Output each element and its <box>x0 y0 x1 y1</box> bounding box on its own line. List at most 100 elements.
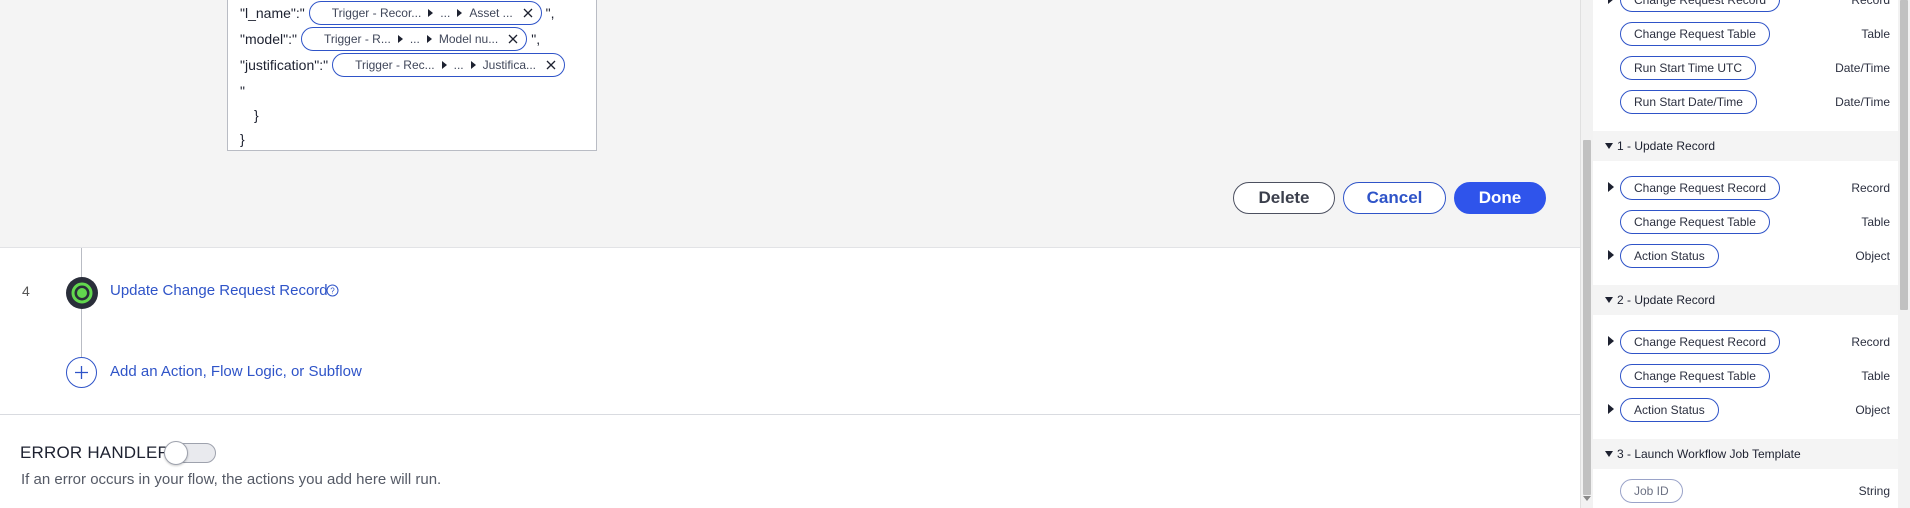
action-editor-panel: "l_name":" Trigger - Recor... ... Asset … <box>0 0 1580 248</box>
data-pill-row: Action Status Object <box>1593 239 1898 273</box>
data-pill-row: Job ID String <box>1593 474 1898 508</box>
caret-right-icon <box>428 9 434 17</box>
section-1-items: Change Request Record Record Change Requ… <box>1593 161 1898 285</box>
data-pill[interactable]: Change Request Record <box>1620 330 1781 354</box>
pill-segment: Trigger - R... <box>323 32 391 46</box>
json-quote: " <box>240 83 245 99</box>
data-type: Object <box>1855 403 1890 417</box>
data-pill[interactable]: Job ID <box>1620 479 1683 503</box>
pill-segment: ... <box>440 6 451 20</box>
collapse-caret-icon <box>1605 451 1613 457</box>
data-type: Date/Time <box>1835 95 1890 109</box>
step-number: 4 <box>22 283 30 299</box>
data-type: Object <box>1855 249 1890 263</box>
section-title: 2 - Update Record <box>1617 293 1716 307</box>
pill-segment: Trigger - Recor... <box>331 6 422 20</box>
data-pill-row: Change Request Record Record <box>1593 325 1898 359</box>
scrollbar-thumb[interactable] <box>1583 140 1591 495</box>
close-icon[interactable] <box>521 6 535 20</box>
expand-caret-icon[interactable] <box>1608 182 1614 192</box>
error-handler-toggle[interactable] <box>164 441 216 465</box>
delete-button[interactable]: Delete <box>1233 182 1335 214</box>
data-type: String <box>1858 484 1890 498</box>
json-brace: } <box>254 107 259 123</box>
pill-segment: ... <box>409 32 420 46</box>
add-icon[interactable] <box>66 357 97 388</box>
pill-segment: Trigger - Rec... <box>355 58 435 72</box>
expand-caret-icon[interactable] <box>1608 250 1614 260</box>
main-scrollbar[interactable] <box>1580 0 1593 508</box>
data-type: Table <box>1861 215 1890 229</box>
data-pill-row: Run Start Time UTC Date/Time <box>1593 51 1898 85</box>
data-pill[interactable]: Change Request Table <box>1620 22 1770 46</box>
section-3-items: Job ID String <box>1593 469 1898 508</box>
data-pill[interactable]: Trigger - R... ... Model nu... <box>300 27 528 51</box>
json-line-justification: "justification":" Trigger - Rec... ... J… <box>240 53 569 77</box>
done-button[interactable]: Done <box>1454 182 1546 214</box>
section-header-2[interactable]: 2 - Update Record <box>1593 285 1898 315</box>
data-pill-row: Change Request Record Record <box>1593 171 1898 205</box>
caret-right-icon <box>470 61 476 69</box>
data-type: Record <box>1851 181 1890 195</box>
expand-caret-icon[interactable] <box>1608 404 1614 414</box>
json-close-outer: } <box>240 127 245 151</box>
data-panel: Change Request Record Record Change Requ… <box>1593 0 1910 508</box>
json-suffix: ", <box>545 5 555 21</box>
data-pill-row: Change Request Table Table <box>1593 17 1898 51</box>
data-type: Table <box>1861 369 1890 383</box>
error-handler-description: If an error occurs in your flow, the act… <box>21 471 442 488</box>
collapse-caret-icon <box>1605 297 1613 303</box>
data-pill-row: Change Request Record Record <box>1593 0 1898 17</box>
flow-designer-canvas: "l_name":" Trigger - Recor... ... Asset … <box>0 0 1580 508</box>
json-line-model: "model":" Trigger - R... ... Model nu...… <box>240 27 540 51</box>
json-key: "l_name":" <box>240 5 305 21</box>
data-pill-row: Change Request Table Table <box>1593 359 1898 393</box>
pill-segment: Model nu... <box>438 32 499 46</box>
caret-right-icon <box>397 35 403 43</box>
close-icon[interactable] <box>506 32 520 46</box>
json-line-l-name: "l_name":" Trigger - Recor... ... Asset … <box>240 1 555 25</box>
toggle-knob <box>164 441 188 465</box>
data-pill[interactable]: Change Request Record <box>1620 176 1781 200</box>
data-pill[interactable]: Change Request Table <box>1620 210 1770 234</box>
caret-right-icon <box>441 61 447 69</box>
data-type: Date/Time <box>1835 61 1890 75</box>
data-pill[interactable]: Trigger - Rec... ... Justifica... <box>332 53 566 77</box>
section-header-1[interactable]: 1 - Update Record <box>1593 131 1898 161</box>
data-pill[interactable]: Change Request Table <box>1620 364 1770 388</box>
data-pill[interactable]: Trigger - Recor... ... Asset ... <box>308 1 542 25</box>
status-circle-icon[interactable] <box>66 277 98 309</box>
collapse-caret-icon <box>1605 143 1613 149</box>
expand-caret-icon[interactable] <box>1608 0 1614 4</box>
help-icon[interactable]: ? <box>326 284 339 297</box>
section-title: 3 - Launch Workflow Job Template <box>1617 447 1801 461</box>
add-action-link[interactable]: Add an Action, Flow Logic, or Subflow <box>110 363 362 380</box>
scrollbar-thumb[interactable] <box>1900 0 1908 310</box>
panel-scrollbar[interactable] <box>1898 0 1910 508</box>
data-pill[interactable]: Run Start Time UTC <box>1620 56 1757 80</box>
data-type: Record <box>1851 0 1890 7</box>
json-quote-line: " <box>240 79 245 103</box>
data-pill-row: Run Start Date/Time Date/Time <box>1593 85 1898 119</box>
scroll-down-arrow-icon[interactable] <box>1583 496 1591 501</box>
close-icon[interactable] <box>544 58 558 72</box>
data-pill[interactable]: Action Status <box>1620 244 1719 268</box>
trigger-section: Change Request Record Record Change Requ… <box>1593 0 1898 131</box>
data-pill-row: Action Status Object <box>1593 393 1898 427</box>
data-pill[interactable]: Action Status <box>1620 398 1719 422</box>
data-pill[interactable]: Change Request Record <box>1620 0 1781 12</box>
data-pill[interactable]: Run Start Date/Time <box>1620 90 1757 114</box>
section-header-3[interactable]: 3 - Launch Workflow Job Template <box>1593 439 1898 469</box>
data-type: Table <box>1861 27 1890 41</box>
cancel-button[interactable]: Cancel <box>1343 182 1446 214</box>
pill-segment: Justifica... <box>482 58 537 72</box>
json-brace: } <box>240 131 245 147</box>
error-handler-title: ERROR HANDLER <box>20 443 170 462</box>
expand-caret-icon[interactable] <box>1608 336 1614 346</box>
json-payload-editor[interactable]: "l_name":" Trigger - Recor... ... Asset … <box>227 0 597 151</box>
json-suffix: ", <box>531 31 541 47</box>
data-type: Record <box>1851 335 1890 349</box>
caret-right-icon <box>426 35 432 43</box>
section-divider <box>0 414 1580 415</box>
step-title-link[interactable]: Update Change Request Record <box>110 282 328 299</box>
